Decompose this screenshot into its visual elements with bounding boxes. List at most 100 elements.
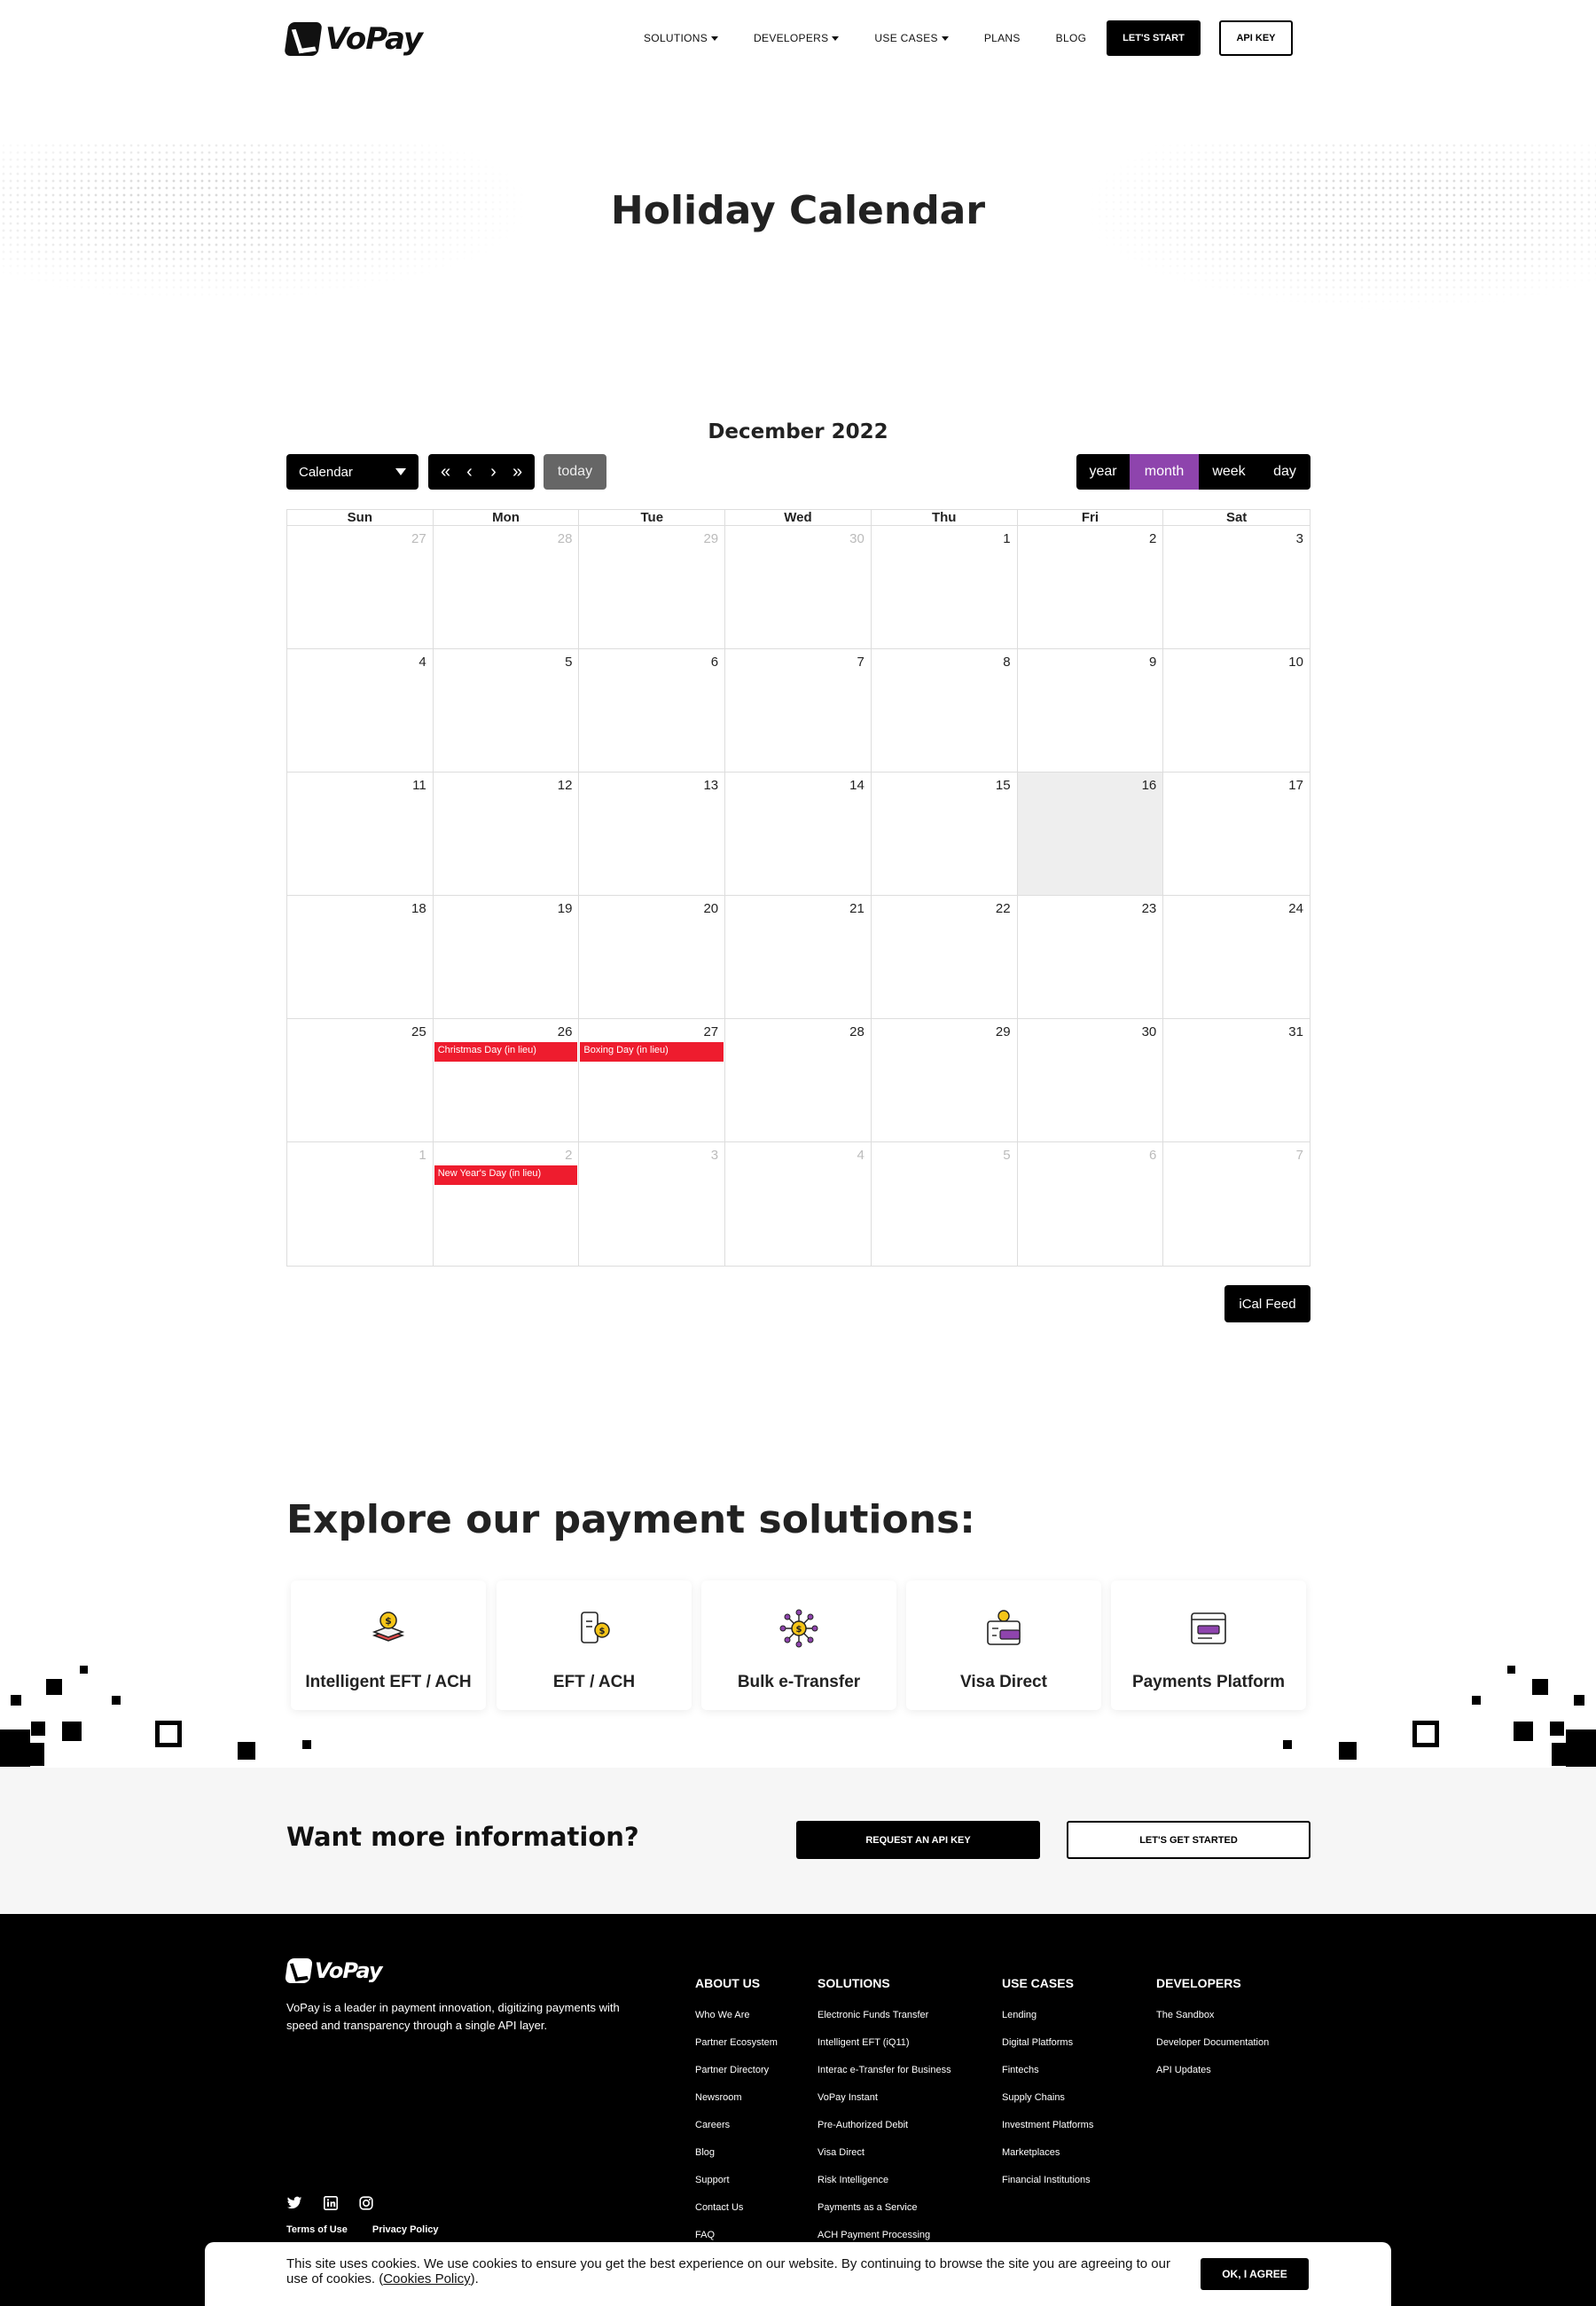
footer-link[interactable]: Who We Are xyxy=(695,2010,778,2037)
footer-link[interactable]: Support xyxy=(695,2175,778,2202)
today-button[interactable]: today xyxy=(544,454,606,490)
twitter-icon[interactable] xyxy=(286,2196,302,2210)
calendar-day[interactable]: 12 xyxy=(434,773,580,895)
footer-link[interactable]: Financial Institutions xyxy=(1002,2175,1093,2202)
calendar-day[interactable]: 30 xyxy=(1018,1019,1164,1141)
calendar-day[interactable]: 5 xyxy=(434,649,580,772)
footer-link[interactable]: Intelligent EFT (iQ11) xyxy=(818,2037,951,2065)
footer-link[interactable]: Visa Direct xyxy=(818,2147,951,2175)
calendar-day[interactable]: 7 xyxy=(1163,1142,1310,1266)
footer-link[interactable]: Partner Ecosystem xyxy=(695,2037,778,2065)
calendar-day[interactable]: 28 xyxy=(434,526,580,648)
calendar-day[interactable]: 29 xyxy=(872,1019,1018,1141)
calendar-day[interactable]: 26 Christmas Day (in lieu) xyxy=(434,1019,580,1141)
calendar-day[interactable]: 4 xyxy=(287,649,434,772)
solution-card-bulk-etransfer[interactable]: $ Bulk e-Transfer xyxy=(701,1580,896,1710)
calendar-day[interactable]: 14 xyxy=(725,773,872,895)
holiday-event[interactable]: Boxing Day (in lieu) xyxy=(580,1042,724,1062)
calendar-select[interactable]: Calendar xyxy=(286,454,419,490)
footer-link[interactable]: Digital Platforms xyxy=(1002,2037,1093,2065)
footer-link[interactable]: Pre-Authorized Debit xyxy=(818,2120,951,2147)
linkedin-icon[interactable] xyxy=(324,2196,338,2210)
prev-month-icon[interactable]: ‹ xyxy=(459,459,481,485)
terms-of-use-link[interactable]: Terms of Use xyxy=(286,2224,348,2235)
footer-link[interactable]: Blog xyxy=(695,2147,778,2175)
calendar-day[interactable]: 3 xyxy=(1163,526,1310,648)
footer-link[interactable]: Newsroom xyxy=(695,2092,778,2120)
footer-link[interactable]: Lending xyxy=(1002,2010,1093,2037)
calendar-day[interactable]: 1 xyxy=(872,526,1018,648)
nav-blog[interactable]: BLOG xyxy=(1056,32,1087,44)
calendar-day[interactable]: 24 xyxy=(1163,896,1310,1018)
footer-link[interactable]: Payments as a Service xyxy=(818,2202,951,2230)
calendar-day[interactable]: 23 xyxy=(1018,896,1164,1018)
footer-link[interactable]: API Updates xyxy=(1156,2065,1269,2092)
cookies-policy-link[interactable]: Cookies Policy xyxy=(383,2271,470,2286)
footer-link[interactable]: Fintechs xyxy=(1002,2065,1093,2092)
calendar-day[interactable]: 10 xyxy=(1163,649,1310,772)
footer-link[interactable]: Partner Directory xyxy=(695,2065,778,2092)
api-key-button[interactable]: API KEY xyxy=(1219,20,1293,56)
vopay-logo[interactable]: VoPay xyxy=(284,21,423,57)
calendar-day[interactable]: 6 xyxy=(1018,1142,1164,1266)
calendar-day[interactable]: 2 New Year's Day (in lieu) xyxy=(434,1142,580,1266)
footer-link[interactable]: Risk Intelligence xyxy=(818,2175,951,2202)
footer-link[interactable]: Contact Us xyxy=(695,2202,778,2230)
footer-link[interactable]: Careers xyxy=(695,2120,778,2147)
calendar-day[interactable]: 29 xyxy=(579,526,726,648)
request-api-key-button[interactable]: REQUEST AN API KEY xyxy=(796,1821,1040,1859)
view-year-button[interactable]: year xyxy=(1076,454,1130,490)
calendar-day[interactable]: 4 xyxy=(725,1142,872,1266)
holiday-event[interactable]: New Year's Day (in lieu) xyxy=(434,1165,578,1185)
footer-link[interactable]: The Sandbox xyxy=(1156,2010,1269,2037)
calendar-day[interactable]: 20 xyxy=(579,896,726,1018)
calendar-day[interactable]: 6 xyxy=(579,649,726,772)
calendar-day[interactable]: 2 xyxy=(1018,526,1164,648)
prev-year-icon[interactable]: « xyxy=(435,459,457,485)
solution-card-eft-ach[interactable]: $ EFT / ACH xyxy=(497,1580,692,1710)
nav-use-cases[interactable]: USE CASES xyxy=(874,32,949,44)
calendar-day[interactable]: 8 xyxy=(872,649,1018,772)
solution-card-intelligent-eft[interactable]: $ Intelligent EFT / ACH xyxy=(291,1580,486,1710)
calendar-day[interactable]: 13 xyxy=(579,773,726,895)
holiday-event[interactable]: Christmas Day (in lieu) xyxy=(434,1042,578,1062)
calendar-day-today[interactable]: 16 xyxy=(1017,773,1164,895)
footer-link[interactable]: Electronic Funds Transfer xyxy=(818,2010,951,2037)
calendar-day[interactable]: 30 xyxy=(725,526,872,648)
solution-card-visa-direct[interactable]: Visa Direct xyxy=(906,1580,1101,1710)
calendar-day[interactable]: 5 xyxy=(872,1142,1018,1266)
calendar-day[interactable]: 1 xyxy=(287,1142,434,1266)
next-month-icon[interactable]: › xyxy=(483,459,505,485)
privacy-policy-link[interactable]: Privacy Policy xyxy=(372,2224,439,2235)
instagram-icon[interactable] xyxy=(359,2196,373,2210)
view-week-button[interactable]: week xyxy=(1199,454,1259,490)
footer-link[interactable]: Marketplaces xyxy=(1002,2147,1093,2175)
nav-developers[interactable]: DEVELOPERS xyxy=(754,32,840,44)
view-day-button[interactable]: day xyxy=(1259,454,1310,490)
calendar-day[interactable]: 28 xyxy=(725,1019,872,1141)
calendar-day[interactable]: 7 xyxy=(725,649,872,772)
calendar-day[interactable]: 27 Boxing Day (in lieu) xyxy=(579,1019,726,1141)
accept-cookies-button[interactable]: OK, I AGREE xyxy=(1201,2258,1309,2290)
calendar-day[interactable]: 27 xyxy=(287,526,434,648)
solution-card-payments-platform[interactable]: Payments Platform xyxy=(1111,1580,1306,1710)
calendar-day[interactable]: 21 xyxy=(725,896,872,1018)
lets-get-started-button[interactable]: LET'S GET STARTED xyxy=(1067,1821,1310,1859)
nav-plans[interactable]: PLANS xyxy=(984,32,1021,44)
calendar-day[interactable]: 15 xyxy=(872,773,1018,895)
footer-link[interactable]: VoPay Instant xyxy=(818,2092,951,2120)
nav-solutions[interactable]: SOLUTIONS xyxy=(644,32,719,44)
ical-feed-button[interactable]: iCal Feed xyxy=(1224,1285,1310,1322)
footer-link[interactable]: Supply Chains xyxy=(1002,2092,1093,2120)
calendar-day[interactable]: 17 xyxy=(1163,773,1310,895)
footer-link[interactable]: Interac e-Transfer for Business xyxy=(818,2065,951,2092)
calendar-day[interactable]: 31 xyxy=(1163,1019,1310,1141)
lets-start-button[interactable]: LET'S START xyxy=(1107,20,1201,56)
footer-link[interactable]: Investment Platforms xyxy=(1002,2120,1093,2147)
calendar-day[interactable]: 25 xyxy=(287,1019,434,1141)
calendar-day[interactable]: 11 xyxy=(287,773,434,895)
calendar-day[interactable]: 19 xyxy=(434,896,580,1018)
calendar-day[interactable]: 3 xyxy=(579,1142,726,1266)
calendar-day[interactable]: 9 xyxy=(1018,649,1164,772)
footer-logo[interactable]: VoPay xyxy=(285,1958,382,1983)
